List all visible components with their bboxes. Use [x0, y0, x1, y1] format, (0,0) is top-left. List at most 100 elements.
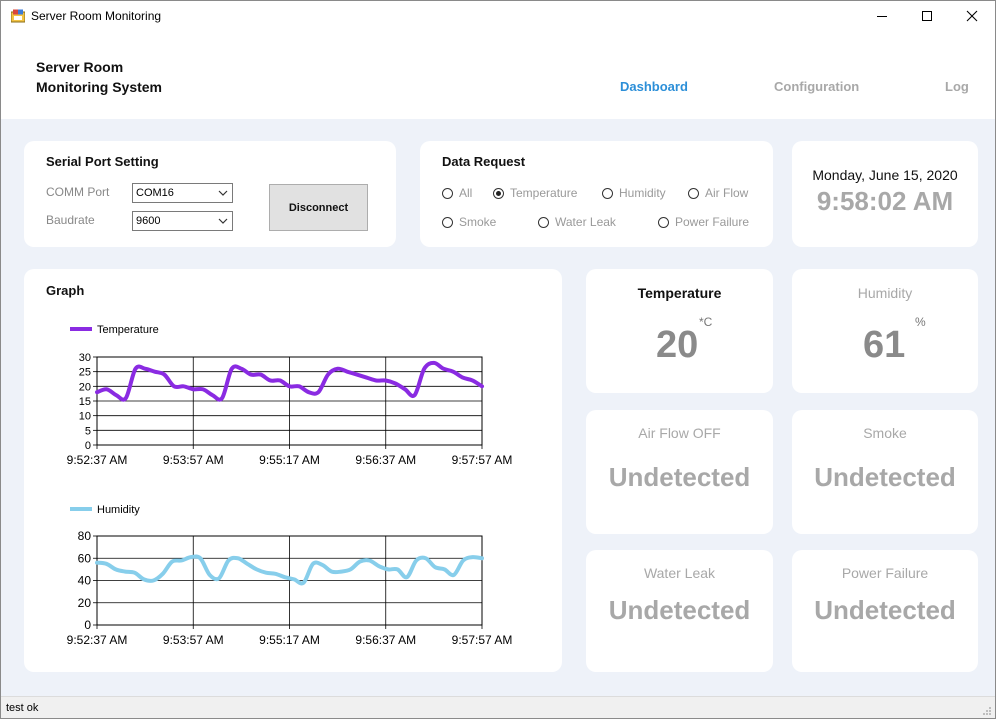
temperature-tile-title: Temperature [637, 285, 722, 301]
power-failure-value: Undetected [814, 595, 956, 625]
humidity-chart: Humidity 0 20 40 60 80 9:52:37 AM 9:53:57 AM 9:5… [67, 504, 513, 647]
x-tick-label: 9:53:57 AM [163, 633, 224, 647]
radio-temperature[interactable]: Temperature [493, 186, 577, 200]
air-flow-value: Undetected [608, 462, 751, 492]
smoke-value: Undetected [814, 462, 956, 492]
power-failure-tile: Power Failure Undetected [792, 550, 978, 672]
temperature-tile: Temperature 20 *C [586, 269, 773, 393]
x-tick-label: 9:56:37 AM [355, 633, 416, 647]
radio-all-label: All [459, 186, 473, 200]
y-tick-label: 60 [78, 551, 92, 565]
radio-air-flow[interactable]: Air Flow [688, 186, 748, 200]
app-header: Server Room Monitoring System Dashboard … [1, 31, 995, 119]
minimize-button[interactable] [859, 1, 905, 31]
nav-dashboard[interactable]: Dashboard [620, 79, 688, 94]
radio-water-leak-label: Water Leak [555, 215, 616, 229]
x-tick-label: 9:57:57 AM [452, 453, 513, 467]
nav-configuration[interactable]: Configuration [774, 79, 859, 94]
close-icon [966, 10, 978, 22]
x-tick-label: 9:52:37 AM [67, 453, 128, 467]
baudrate-label: Baudrate [46, 213, 95, 227]
x-tick-label: 9:53:57 AM [163, 453, 224, 467]
y-tick-label: 20 [78, 596, 92, 610]
comm-port-label: COMM Port [46, 185, 110, 199]
water-leak-value: Undetected [608, 595, 751, 625]
x-tick-label: 9:52:37 AM [67, 633, 128, 647]
legend-label: Temperature [97, 324, 159, 336]
baudrate-select[interactable]: 9600 [132, 211, 233, 231]
x-tick-label: 9:57:57 AM [452, 633, 513, 647]
window-title: Server Room Monitoring [31, 9, 162, 23]
radio-power-failure[interactable]: Power Failure [658, 215, 749, 229]
resize-grip-icon[interactable] [982, 706, 992, 716]
smoke-tile: Smoke Undetected [792, 410, 978, 534]
brand-title: Server Room Monitoring System [36, 57, 162, 97]
radio-power-failure-label: Power Failure [675, 215, 750, 229]
y-tick-label: 20 [79, 381, 91, 393]
data-request-card: Data Request All Temperature Humidity Ai… [420, 141, 773, 247]
humidity-unit: % [915, 315, 926, 329]
radio-circle-selected [493, 187, 504, 199]
y-tick-label: 80 [78, 529, 92, 543]
nav-log[interactable]: Log [945, 79, 969, 94]
radio-air-flow-label: Air Flow [705, 186, 749, 200]
smoke-tile-title: Smoke [863, 425, 907, 441]
minimize-icon [877, 16, 887, 17]
y-tick-label: 0 [85, 440, 91, 452]
chevron-down-icon [218, 190, 228, 196]
dashboard-content: Serial Port Setting COMM Port COM16 Baud… [1, 119, 995, 696]
x-tick-label: 9:55:17 AM [259, 633, 320, 647]
radio-humidity-label: Humidity [619, 186, 666, 200]
y-tick-label: 0 [84, 618, 91, 632]
comm-port-value: COM16 [136, 187, 174, 199]
water-leak-tile: Water Leak Undetected [586, 550, 773, 672]
clock-card: Monday, June 15, 2020 9:58:02 AM [792, 141, 978, 247]
air-flow-tile-title: Air Flow OFF [638, 425, 721, 441]
x-tick-label: 9:56:37 AM [355, 453, 416, 467]
radio-humidity[interactable]: Humidity [602, 186, 666, 200]
status-bar: test ok [1, 696, 995, 718]
radio-circle [442, 216, 453, 228]
close-button[interactable] [949, 1, 995, 31]
status-text: test ok [6, 702, 39, 714]
y-tick-label: 5 [85, 425, 91, 437]
y-tick-label: 15 [79, 396, 91, 408]
comm-port-select[interactable]: COM16 [132, 183, 233, 203]
data-request-title: Data Request [442, 154, 526, 169]
maximize-button[interactable] [904, 1, 950, 31]
brand-line-2: Monitoring System [36, 79, 163, 95]
radio-circle [602, 187, 613, 199]
radio-all[interactable]: All [442, 186, 472, 200]
app-icon [11, 9, 25, 23]
disconnect-button[interactable]: Disconnect [269, 184, 368, 231]
temperature-unit: *C [699, 315, 713, 329]
baudrate-value: 9600 [136, 215, 161, 227]
current-date: Monday, June 15, 2020 [812, 167, 958, 183]
radio-circle [442, 187, 453, 199]
radio-smoke[interactable]: Smoke [442, 215, 496, 229]
legend-label: Humidity [97, 504, 140, 516]
air-flow-tile: Air Flow OFF Undetected [586, 410, 773, 534]
power-failure-tile-title: Power Failure [841, 565, 929, 581]
title-bar: Server Room Monitoring [1, 1, 995, 31]
chevron-down-icon [218, 218, 228, 224]
humidity-tile-title: Humidity [857, 285, 913, 301]
graph-title: Graph [46, 283, 85, 298]
water-leak-tile-title: Water Leak [643, 565, 716, 581]
temperature-value: 20 [656, 324, 699, 366]
maximize-icon [922, 11, 932, 21]
radio-smoke-label: Smoke [459, 215, 497, 229]
radio-temperature-label: Temperature [510, 186, 578, 200]
temperature-chart: Temperature 0 5 10 15 20 25 30 9:52:37 AM 9:53:57… [67, 324, 513, 467]
main-window: Server Room Monitoring Server Room Monit… [0, 0, 996, 719]
serial-port-card: Serial Port Setting COMM Port COM16 Baud… [24, 141, 396, 247]
humidity-tile: Humidity 61 % [792, 269, 978, 393]
current-time: 9:58:02 AM [816, 186, 954, 216]
radio-water-leak[interactable]: Water Leak [538, 215, 616, 229]
radio-circle [688, 187, 699, 199]
brand-line-1: Server Room [36, 59, 124, 75]
x-tick-label: 9:55:17 AM [259, 453, 320, 467]
y-tick-label: 10 [79, 411, 91, 423]
y-tick-label: 40 [78, 574, 92, 588]
humidity-value: 61 [863, 324, 906, 366]
